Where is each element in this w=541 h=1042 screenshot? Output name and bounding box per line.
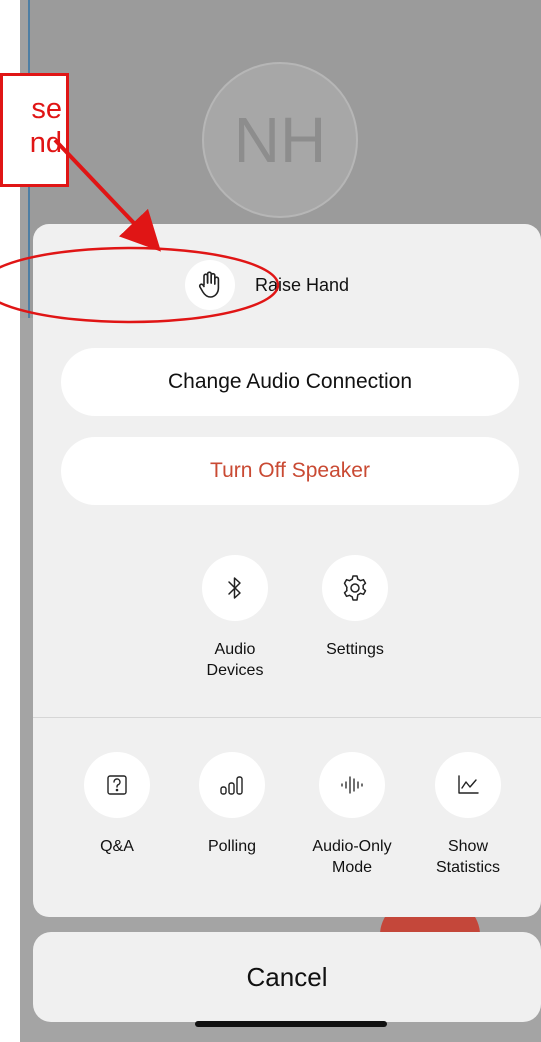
annotation-callout-box: se nd xyxy=(0,73,69,187)
polling-button[interactable]: Polling xyxy=(172,752,292,857)
turn-off-speaker-button[interactable]: Turn Off Speaker xyxy=(61,437,519,505)
participant-avatar: NH xyxy=(202,62,358,218)
change-audio-connection-button[interactable]: Change Audio Connection xyxy=(61,348,519,416)
section-divider xyxy=(33,717,541,718)
question-box-icon xyxy=(84,752,150,818)
audio-devices-button[interactable]: Audio Devices xyxy=(175,555,295,681)
polling-label: Polling xyxy=(207,838,257,855)
cancel-button[interactable]: Cancel xyxy=(33,932,541,1022)
home-indicator xyxy=(195,1021,387,1027)
raise-hand-label: Raise Hand xyxy=(254,274,350,295)
gear-icon xyxy=(322,555,388,621)
audio-devices-label: Audio Devices xyxy=(206,641,264,679)
bar-chart-icon xyxy=(199,752,265,818)
raised-hand-icon xyxy=(184,260,235,310)
more-options-sheet: Raise Hand Change Audio Connection Turn … xyxy=(33,224,541,917)
audio-only-mode-label: Audio-Only Mode xyxy=(312,838,392,876)
qa-button[interactable]: Q&A xyxy=(57,752,177,857)
settings-button[interactable]: Settings xyxy=(295,555,415,660)
audio-waveform-icon xyxy=(319,752,385,818)
qa-label: Q&A xyxy=(100,838,134,855)
audio-only-mode-button[interactable]: Audio-Only Mode xyxy=(292,752,412,878)
show-statistics-button[interactable]: Show Statistics xyxy=(408,752,528,878)
show-statistics-label: Show Statistics xyxy=(435,838,500,876)
callout-text-line-1: se xyxy=(31,93,62,125)
bluetooth-icon xyxy=(202,555,268,621)
callout-text-line-2: nd xyxy=(29,127,62,159)
settings-label: Settings xyxy=(326,641,384,658)
raise-hand-button[interactable]: Raise Hand xyxy=(33,252,541,318)
line-chart-icon xyxy=(435,752,501,818)
